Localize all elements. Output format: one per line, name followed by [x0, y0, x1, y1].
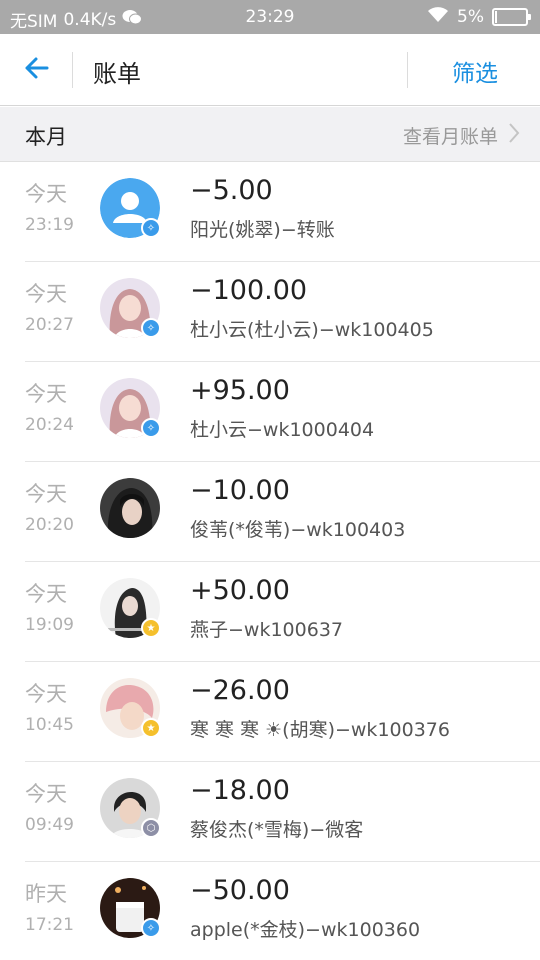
nav-divider — [72, 52, 73, 88]
transaction-day: 昨天 — [25, 882, 67, 906]
transaction-amount: +50.00 — [190, 575, 290, 606]
transaction-time: 09:49 — [25, 815, 74, 835]
nav-bar: 账单 筛选 — [0, 34, 540, 106]
transaction-day: 今天 — [25, 482, 67, 506]
transaction-time: 20:27 — [25, 315, 74, 335]
transaction-day: 今天 — [25, 582, 67, 606]
verified-badge-icon: ✧ — [141, 218, 161, 238]
transaction-day: 今天 — [25, 782, 67, 806]
transaction-description: 燕子−wk100637 — [190, 619, 343, 641]
page-title: 账单 — [93, 60, 141, 88]
transaction-amount: −100.00 — [190, 275, 308, 306]
transaction-amount: −10.00 — [190, 475, 290, 506]
transaction-description: apple(*金枝)−wk100360 — [190, 919, 421, 941]
month-header: 本月 查看月账单 — [0, 107, 540, 162]
transaction-time: 20:24 — [25, 415, 74, 435]
status-bar: 无SIM 0.4K/s 23:29 5% — [0, 0, 540, 34]
transaction-time: 10:45 — [25, 715, 74, 735]
back-arrow-icon — [23, 56, 49, 84]
transaction-amount: +95.00 — [190, 375, 290, 406]
transaction-description: 寒 寒 寒 ☀(胡寒)−wk100376 — [190, 719, 450, 741]
month-label: 本月 — [25, 125, 67, 149]
transaction-day: 今天 — [25, 682, 67, 706]
transaction-time: 17:21 — [25, 915, 74, 935]
transaction-amount: −50.00 — [190, 875, 290, 906]
transaction-row[interactable]: 昨天 17:21 ✧ −50.00 apple(*金枝)−wk100360 — [0, 862, 540, 960]
transaction-row[interactable]: 今天 20:20 −10.00 俊苇(*俊苇)−wk100403 — [0, 462, 540, 562]
wifi-icon — [427, 6, 449, 28]
transaction-description: 蔡俊杰(*雪梅)−微客 — [190, 819, 364, 841]
battery-icon — [492, 8, 531, 26]
transaction-time: 23:19 — [25, 215, 74, 235]
transaction-row[interactable]: 今天 19:09 ★ +50.00 燕子−wk100637 — [0, 562, 540, 662]
chevron-right-icon — [508, 122, 520, 149]
transaction-amount: −5.00 — [190, 175, 273, 206]
filter-button[interactable]: 筛选 — [452, 54, 498, 88]
status-right: 5% — [427, 6, 531, 28]
view-monthly-bill-label: 查看月账单 — [402, 126, 498, 148]
verified-badge-icon: ✧ — [141, 418, 161, 438]
transaction-description: 阳光(姚翠)−转账 — [190, 219, 335, 241]
transaction-time: 20:20 — [25, 515, 74, 535]
transaction-amount: −26.00 — [190, 675, 290, 706]
transaction-row[interactable]: 今天 20:27 ✧ −100.00 杜小云(杜小云)−wk100405 — [0, 262, 540, 362]
transaction-row[interactable]: 今天 09:49 ⬡ −18.00 蔡俊杰(*雪梅)−微客 — [0, 762, 540, 862]
transaction-day: 今天 — [25, 382, 67, 406]
view-monthly-bill-link[interactable]: 查看月账单 — [403, 122, 520, 149]
user-avatar — [100, 478, 160, 538]
nav-divider — [407, 52, 408, 88]
transaction-day: 今天 — [25, 182, 67, 206]
transaction-row[interactable]: 今天 10:45 ★ −26.00 寒 寒 寒 ☀(胡寒)−wk100376 — [0, 662, 540, 762]
transaction-list: 今天 23:19 ✧ −5.00 阳光(姚翠)−转账 今天 20:27 ✧ −1… — [0, 162, 540, 960]
transaction-day: 今天 — [25, 282, 67, 306]
verified-badge-icon: ✧ — [141, 318, 161, 338]
battery-percent: 5% — [457, 7, 484, 27]
transaction-description: 杜小云(杜小云)−wk100405 — [190, 319, 434, 341]
star-badge-icon: ★ — [141, 718, 161, 738]
verified-badge-icon: ✧ — [141, 918, 161, 938]
battery-level — [495, 11, 497, 23]
back-button[interactable] — [14, 52, 58, 88]
transaction-row[interactable]: 今天 20:24 ✧ +95.00 杜小云−wk1000404 — [0, 362, 540, 462]
transaction-row[interactable]: 今天 23:19 ✧ −5.00 阳光(姚翠)−转账 — [0, 162, 540, 262]
transaction-description: 杜小云−wk1000404 — [190, 419, 375, 441]
transaction-amount: −18.00 — [190, 775, 290, 806]
transaction-description: 俊苇(*俊苇)−wk100403 — [190, 519, 406, 541]
star-badge-icon: ★ — [141, 618, 161, 638]
transaction-time: 19:09 — [25, 615, 74, 635]
hexagon-badge-icon: ⬡ — [141, 818, 161, 838]
